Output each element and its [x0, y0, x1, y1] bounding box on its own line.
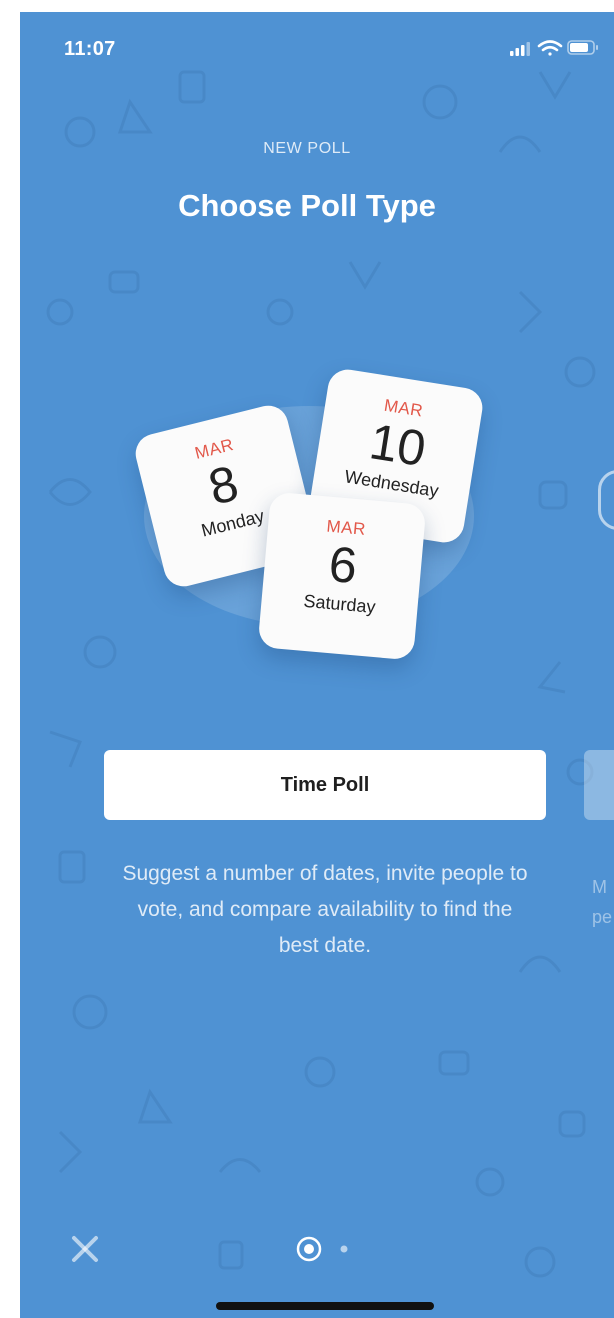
page-title: Choose Poll Type: [178, 188, 436, 223]
battery-icon: [567, 40, 598, 55]
time-poll-button[interactable]: Time Poll: [104, 750, 546, 820]
status-time: 11:07: [64, 38, 116, 60]
wifi-icon: [537, 40, 563, 56]
poll-type-description: Suggest a number of dates, invite people…: [122, 862, 528, 957]
page-indicator[interactable]: [292, 1234, 352, 1264]
calendar-illustration: MAR 8 Monday MAR 10 Wednesday MAR 6 Satu…: [130, 360, 510, 680]
calendar-card: MAR 6 Saturday: [257, 491, 427, 661]
close-button[interactable]: [68, 1232, 102, 1266]
page-dot-inactive[interactable]: [340, 1245, 348, 1253]
home-indicator: [216, 1302, 434, 1310]
next-description-peek: M pe: [592, 877, 613, 927]
header-subtitle: NEW POLL: [263, 140, 351, 157]
next-poll-type-button-peek[interactable]: [584, 750, 614, 820]
status-icons: [510, 40, 598, 56]
poll-type-screen: 11:07 NEW POLL Choose Poll Type MAR 8 Mo…: [20, 12, 614, 1318]
next-page-illustration-peek: [598, 470, 614, 530]
page-dot-active[interactable]: [296, 1236, 322, 1262]
close-icon: [72, 1236, 98, 1262]
signal-icon: [510, 42, 530, 56]
